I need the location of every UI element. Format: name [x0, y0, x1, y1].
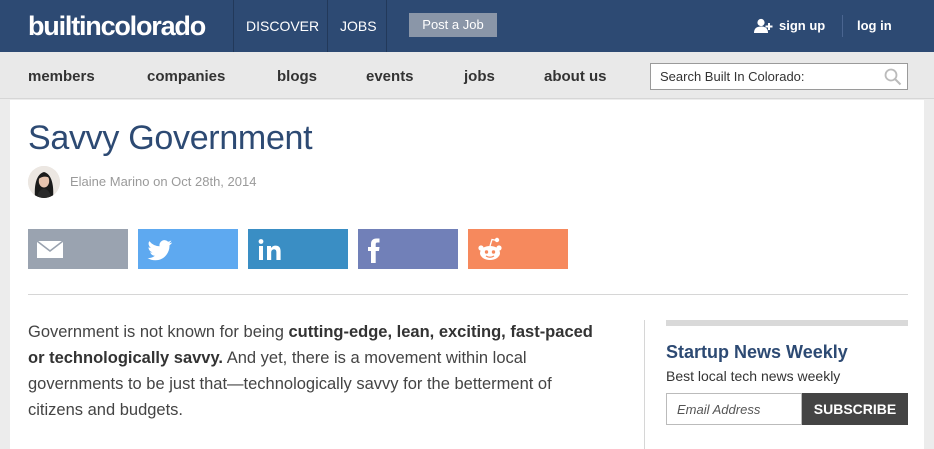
subnav-events[interactable]: events — [366, 52, 414, 99]
top-bar: builtincolorado DISCOVER JOBS Post a Job… — [0, 0, 934, 52]
log-in-link[interactable]: log in — [857, 17, 892, 35]
header-divider — [842, 15, 843, 37]
section-nav: members companies blogs events jobs abou… — [0, 52, 934, 99]
search-icon[interactable] — [884, 68, 902, 86]
sign-up-label: sign up — [779, 18, 826, 33]
content-divider — [28, 294, 908, 295]
newsletter-email-input[interactable] — [667, 394, 801, 424]
subnav-members[interactable]: members — [28, 52, 95, 99]
reddit-alien-icon — [478, 237, 502, 260]
share-facebook-button[interactable] — [358, 229, 458, 269]
author-avatar[interactable] — [28, 166, 60, 198]
article-intro-text: Government is not known for being — [28, 323, 289, 341]
subnav-jobs[interactable]: jobs — [464, 52, 495, 99]
nav-discover[interactable]: DISCOVER — [233, 0, 327, 52]
post-job-button[interactable]: Post a Job — [409, 13, 497, 37]
article-intro: Government is not known for being cuttin… — [28, 319, 608, 423]
newsletter-email-field — [666, 393, 802, 425]
subnav-companies[interactable]: companies — [147, 52, 225, 99]
twitter-bird-icon — [147, 240, 172, 261]
linkedin-icon — [258, 239, 281, 260]
share-email-button[interactable] — [28, 229, 128, 269]
newsletter-title: Startup News Weekly — [666, 342, 848, 362]
share-reddit-button[interactable] — [468, 229, 568, 269]
share-twitter-button[interactable] — [138, 229, 238, 269]
facebook-icon — [368, 238, 380, 263]
share-linkedin-button[interactable] — [248, 229, 348, 269]
envelope-icon — [36, 240, 64, 258]
sidebar-divider — [644, 320, 645, 449]
site-logo[interactable]: builtincolorado — [28, 12, 206, 40]
search-input[interactable] — [651, 64, 875, 89]
author-photo — [28, 166, 60, 198]
article-title: Savvy Government — [28, 119, 313, 157]
sidebar-top-rule — [666, 320, 908, 326]
add-user-icon — [754, 18, 773, 33]
search-box — [650, 63, 908, 90]
newsletter-subtitle: Best local tech news weekly — [666, 368, 841, 384]
article-card: Savvy Government Elaine Marino on Oct 28… — [10, 100, 924, 449]
subscribe-button[interactable]: SUBSCRIBE — [802, 393, 908, 425]
nav-jobs[interactable]: JOBS — [327, 0, 387, 52]
article-byline: Elaine Marino on Oct 28th, 2014 — [70, 174, 257, 189]
subnav-about-us[interactable]: about us — [544, 52, 607, 99]
subnav-blogs[interactable]: blogs — [277, 52, 317, 99]
